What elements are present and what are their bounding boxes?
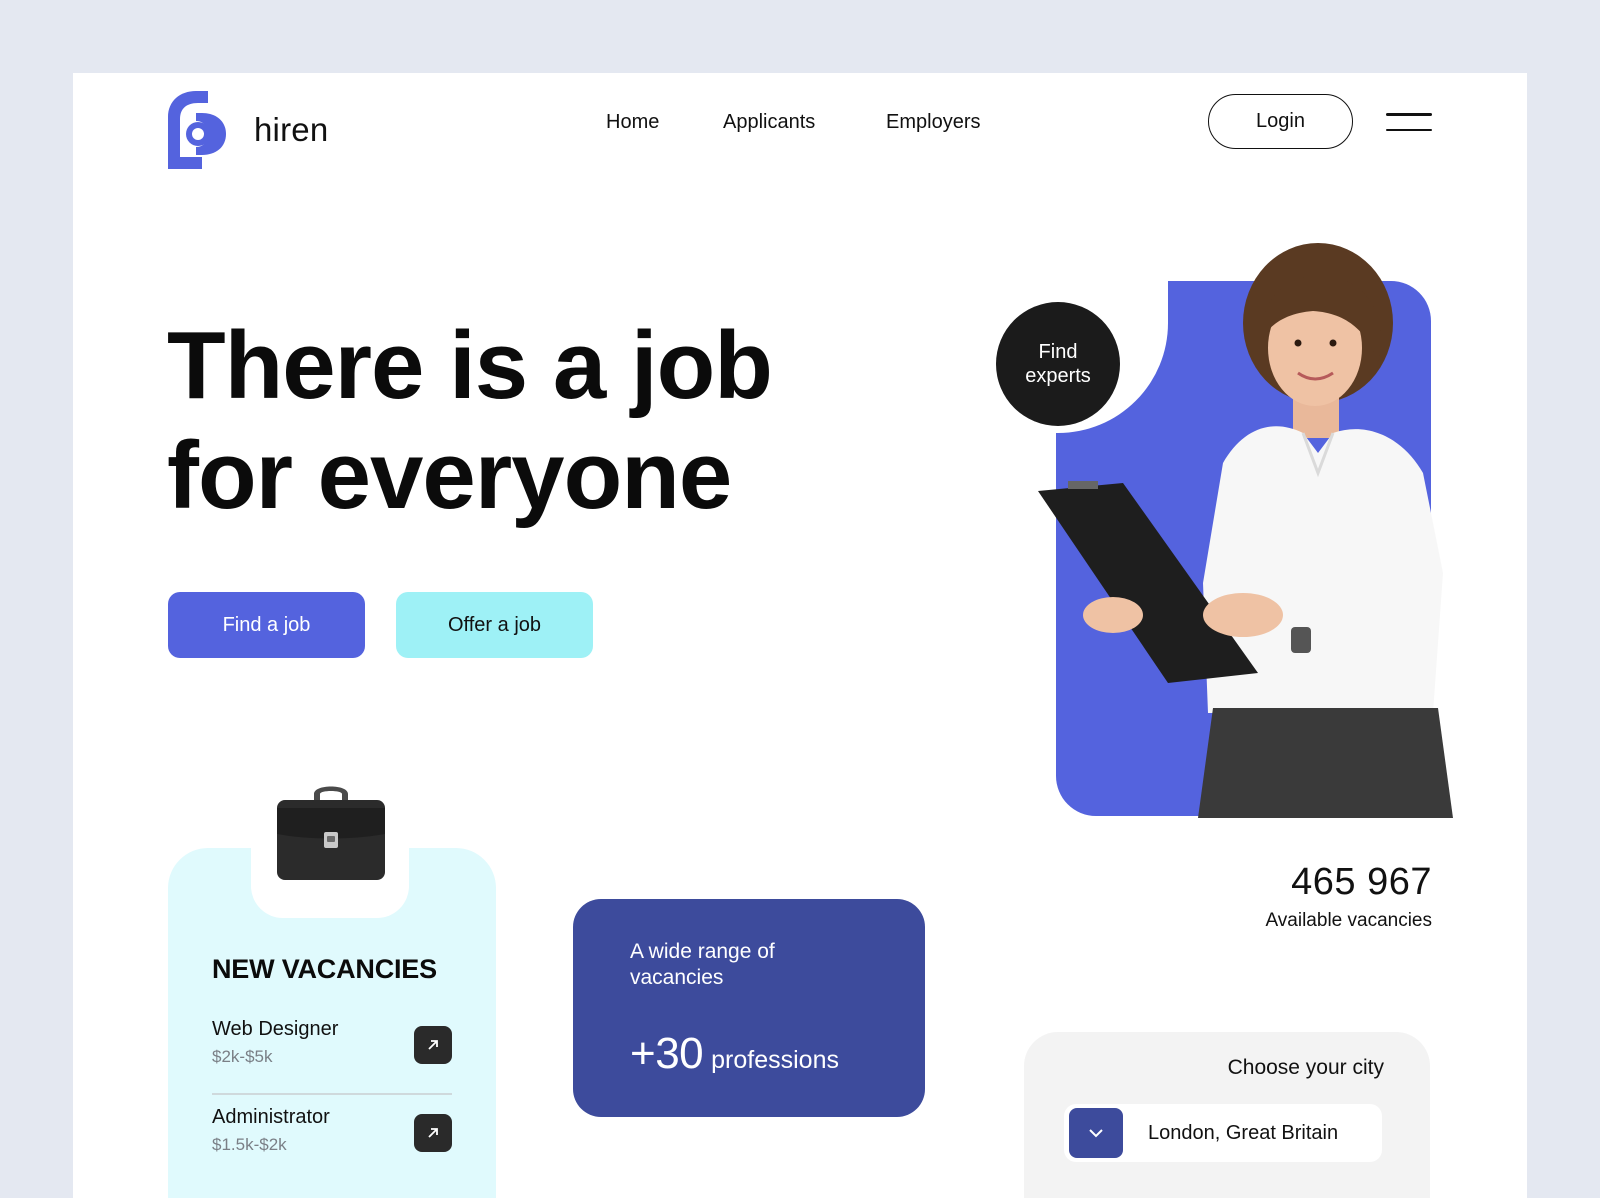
login-button[interactable]: Login <box>1208 94 1353 149</box>
nav-home[interactable]: Home <box>606 111 723 134</box>
professions-word: professions <box>711 1046 839 1074</box>
city-select[interactable]: London, Great Britain <box>1064 1104 1382 1162</box>
professions-count-row: +30 professions <box>630 1029 839 1079</box>
professions-count: +30 <box>630 1029 704 1078</box>
chevron-down-icon[interactable] <box>1069 1108 1123 1158</box>
vacancies-stats: 465 967 Available vacancies <box>1265 861 1432 932</box>
page-card: hiren Home Applicants Employers Login Th… <box>73 73 1527 1198</box>
vacancies-count: 465 967 <box>1291 861 1432 903</box>
vacancies-count-label: Available vacancies <box>1265 910 1432 931</box>
hamburger-menu-icon[interactable] <box>1386 113 1432 133</box>
find-experts-badge[interactable]: Find experts <box>996 302 1120 426</box>
menu-line <box>1386 128 1432 131</box>
vacancy-item[interactable]: Web Designer $2k-$5k <box>212 1018 452 1078</box>
arrow-up-right-icon[interactable] <box>414 1026 452 1064</box>
professions-subtitle: A wide range of vacancies <box>630 940 775 989</box>
brand-logo[interactable]: hiren <box>168 91 328 169</box>
arrow-up-right-icon[interactable] <box>414 1114 452 1152</box>
chevron-glyph <box>1089 1129 1103 1138</box>
new-vacancies-card: NEW VACANCIES Web Designer $2k-$5k Admin… <box>168 786 496 1198</box>
vacancies-title: NEW VACANCIES <box>212 954 437 984</box>
vacancy-item[interactable]: Administrator $1.5k-$2k <box>212 1106 452 1166</box>
logo-mark-icon <box>168 91 226 169</box>
briefcase-icon <box>277 786 385 880</box>
arrow-glyph <box>428 1040 438 1050</box>
city-card: Choose your city London, Great Britain <box>1024 1032 1430 1198</box>
offer-job-button[interactable]: Offer a job <box>396 592 593 658</box>
hero-title: There is a job for everyone <box>167 311 887 531</box>
nav-applicants[interactable]: Applicants <box>723 111 886 134</box>
vacancy-divider <box>212 1093 452 1095</box>
hero-title-line: There is a job <box>167 312 773 419</box>
hero-title-line: for everyone <box>167 422 732 529</box>
find-job-button[interactable]: Find a job <box>168 592 365 658</box>
hero-photo-block: Find experts <box>968 193 1527 823</box>
arrow-glyph <box>428 1128 438 1138</box>
menu-line <box>1386 113 1432 116</box>
professions-card: A wide range of vacancies +30 profession… <box>573 899 925 1117</box>
main-nav: Home Applicants Employers <box>606 111 980 134</box>
nav-employers[interactable]: Employers <box>886 111 980 134</box>
brand-name: hiren <box>254 111 329 148</box>
city-value: London, Great Britain <box>1148 1121 1339 1144</box>
city-label: Choose your city <box>1227 1056 1384 1079</box>
